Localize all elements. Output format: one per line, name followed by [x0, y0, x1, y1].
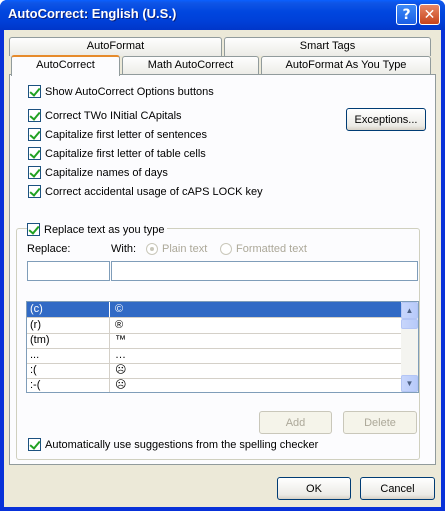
replace-cell: (c): [27, 302, 110, 317]
checkbox-box[interactable]: [28, 147, 41, 160]
checkbox-box[interactable]: [28, 185, 41, 198]
checkbox-box[interactable]: [28, 109, 41, 122]
checkbox-box[interactable]: [28, 438, 41, 451]
scroll-thumb[interactable]: [401, 319, 418, 329]
plain-text-radio[interactable]: Plain text: [146, 243, 207, 255]
replacement-list[interactable]: (c) © (r) ® (tm) ™ ... …:(☹:-(☹ ▲ ▼: [26, 301, 419, 393]
radio-label: Plain text: [162, 243, 208, 255]
list-row[interactable]: (r) ®: [27, 318, 401, 333]
replace-text-checkbox[interactable]: Replace text as you type: [27, 223, 168, 236]
show-options-buttons-checkbox[interactable]: Show AutoCorrect Options buttons: [28, 85, 214, 98]
button-label: Cancel: [380, 482, 415, 495]
scroll-down-icon[interactable]: ▼: [401, 375, 418, 392]
exceptions-button[interactable]: Exceptions...: [346, 108, 426, 131]
with-cell: ☹: [115, 364, 127, 376]
radio-button[interactable]: [146, 243, 158, 255]
checkbox-label: Capitalize names of days: [45, 166, 168, 179]
list-row[interactable]: ... …: [27, 348, 401, 363]
capitalize-sentences-checkbox[interactable]: Capitalize first letter of sentences: [28, 128, 207, 141]
capitalize-table-cells-checkbox[interactable]: Capitalize first letter of table cells: [28, 147, 206, 160]
with-cell: ☹: [115, 379, 127, 391]
with-cell: ©: [115, 303, 124, 315]
checkbox-label: Show AutoCorrect Options buttons: [45, 85, 214, 98]
list-row[interactable]: (tm) ™: [27, 333, 401, 348]
button-label: Delete: [364, 416, 396, 429]
list-row[interactable]: (c) ©: [27, 302, 401, 317]
replace-cell: ...: [27, 348, 110, 363]
button-label: Add: [285, 416, 306, 429]
replace-cell: (r): [27, 318, 110, 333]
correct-two-initial-capitals-checkbox[interactable]: Correct TWo INitial CApitals: [28, 109, 182, 122]
close-button[interactable]: ✕: [419, 4, 440, 25]
with-cell: …: [115, 349, 126, 361]
checkbox-box[interactable]: [28, 128, 41, 141]
spelling-suggestions-checkbox[interactable]: Automatically use suggestions from the s…: [28, 438, 318, 451]
delete-button[interactable]: Delete: [343, 411, 417, 434]
help-icon: ?: [402, 6, 411, 23]
radio-label: Formatted text: [236, 243, 307, 255]
caps-lock-checkbox[interactable]: Correct accidental usage of cAPS LOCK ke…: [28, 185, 263, 198]
with-input[interactable]: [111, 261, 418, 281]
button-label: Exceptions...: [354, 113, 418, 126]
checkbox-label: Correct TWo INitial CApitals: [45, 109, 182, 122]
checkbox-label: Capitalize first letter of table cells: [45, 147, 206, 160]
dialog-body: AutoFormat Smart Tags AutoCorrect Math A…: [4, 30, 441, 507]
checkbox-box[interactable]: [28, 166, 41, 179]
ok-button[interactable]: OK: [277, 477, 351, 500]
with-label: With:: [111, 243, 137, 255]
checkbox-label: Correct accidental usage of cAPS LOCK ke…: [45, 185, 263, 198]
replace-cell: :-(: [27, 378, 110, 392]
list-row[interactable]: :-( ☹: [27, 378, 401, 392]
formatted-text-radio[interactable]: Formatted text: [220, 243, 307, 255]
checkbox-label: Capitalize first letter of sentences: [45, 128, 208, 141]
with-cell: ®: [115, 319, 124, 331]
checkbox-box[interactable]: [28, 85, 41, 98]
list-row[interactable]: :( ☹: [27, 363, 401, 378]
checkbox-label: Automatically use suggestions from the s…: [45, 438, 319, 451]
close-icon: ✕: [423, 6, 436, 23]
help-button[interactable]: ?: [396, 4, 417, 25]
replace-input[interactable]: [27, 261, 110, 281]
replace-cell: :(: [27, 363, 110, 378]
capitalize-days-checkbox[interactable]: Capitalize names of days: [28, 166, 168, 179]
radio-button[interactable]: [220, 243, 232, 255]
checkbox-label: Replace text as you type: [44, 223, 165, 236]
button-label: OK: [306, 482, 322, 495]
checkbox-box[interactable]: [27, 223, 40, 236]
list-scrollbar[interactable]: ▲ ▼: [401, 302, 418, 392]
cancel-button[interactable]: Cancel: [360, 477, 435, 500]
replace-label: Replace:: [27, 243, 71, 255]
replace-cell: (tm): [27, 333, 110, 348]
add-button[interactable]: Add: [259, 411, 332, 434]
with-cell: ™: [115, 334, 126, 346]
window-title: AutoCorrect: English (U.S.): [8, 6, 177, 21]
title-bar[interactable]: AutoCorrect: English (U.S.) ? ✕: [0, 0, 445, 30]
scroll-up-icon[interactable]: ▲: [401, 302, 418, 319]
autocorrect-dialog: AutoCorrect: English (U.S.) ? ✕ AutoForm…: [0, 0, 445, 511]
